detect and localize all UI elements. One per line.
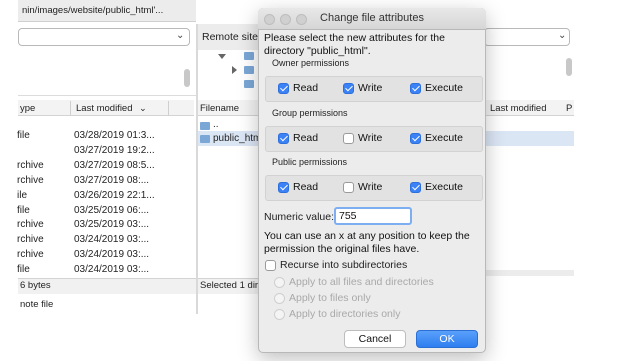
- chevron-down-icon[interactable]: ⌄: [176, 30, 184, 41]
- dialog-prompt: Please select the new attributes for the…: [264, 32, 445, 57]
- remote-tree-scrollbar[interactable]: [566, 58, 572, 76]
- local-path-dropdown[interactable]: [18, 28, 190, 46]
- owner-read-label: Read: [293, 82, 319, 94]
- numeric-value-label: Numeric value:: [264, 211, 335, 223]
- owner-write-checkbox[interactable]: [343, 83, 354, 94]
- local-file-modified[interactable]: 03/26/2019 22:1...: [74, 190, 155, 201]
- column-divider: [70, 101, 71, 115]
- public-read-label: Read: [293, 181, 319, 193]
- folder-icon: [244, 66, 254, 74]
- local-status-text: 6 bytes: [20, 280, 51, 291]
- numeric-value-input[interactable]: [334, 207, 412, 225]
- apply-files-label: Apply to files only: [289, 292, 371, 304]
- cancel-button[interactable]: Cancel: [344, 330, 406, 348]
- public-execute-checkbox[interactable]: [410, 182, 421, 193]
- public-write-checkbox[interactable]: [343, 182, 354, 193]
- local-file-type[interactable]: file: [17, 205, 30, 216]
- group-read-checkbox[interactable]: [278, 133, 289, 144]
- folder-icon: [200, 135, 210, 143]
- remote-file-name: ..: [213, 119, 219, 130]
- remote-file-name: public_htm: [213, 133, 262, 144]
- apply-directories-radio[interactable]: [274, 309, 285, 320]
- chevron-down-icon[interactable]: ⌄: [558, 30, 566, 41]
- group-write-label: Write: [358, 132, 383, 144]
- remote-status-text: Selected 1 dire: [200, 280, 264, 291]
- local-file-modified[interactable]: 03/24/2019 03:...: [74, 249, 149, 260]
- local-file-modified[interactable]: 03/27/2019 19:2...: [74, 145, 155, 156]
- public-write-label: Write: [358, 181, 383, 193]
- apply-all-label: Apply to all files and directories: [289, 276, 434, 288]
- group-execute-checkbox[interactable]: [410, 133, 421, 144]
- apply-directories-label: Apply to directories only: [289, 308, 401, 320]
- local-file-type[interactable]: ile: [17, 190, 27, 201]
- column-divider: [168, 101, 169, 115]
- public-permissions-title: Public permissions: [272, 157, 348, 167]
- remote-site-label: Remote site:: [202, 31, 261, 43]
- local-path-text[interactable]: nin/images/website/public_html'...: [22, 5, 163, 16]
- recurse-label: Recurse into subdirectories: [280, 259, 408, 271]
- local-file-modified[interactable]: 03/27/2019 08:...: [74, 175, 149, 186]
- column-header-type[interactable]: ype: [20, 103, 35, 114]
- local-file-modified[interactable]: 03/25/2019 06:...: [74, 205, 149, 216]
- local-file-modified[interactable]: 03/27/2019 08:5...: [74, 160, 155, 171]
- group-write-checkbox[interactable]: [343, 133, 354, 144]
- sort-chevron-icon: ⌄: [139, 103, 147, 113]
- recurse-checkbox[interactable]: [265, 260, 276, 271]
- remote-file-row[interactable]: [198, 118, 258, 132]
- local-horizontal-scrollbar[interactable]: [18, 270, 194, 276]
- local-file-modified[interactable]: 03/28/2019 01:3...: [74, 130, 155, 141]
- group-read-label: Read: [293, 132, 319, 144]
- column-header-last-modified[interactable]: Last modified ⌄: [76, 103, 147, 114]
- local-file-type[interactable]: rchive: [17, 175, 44, 186]
- numeric-value-hint: You can use an x at any position to keep…: [264, 230, 470, 255]
- tree-expand-icon[interactable]: [232, 66, 237, 74]
- folder-icon: [244, 52, 254, 60]
- local-file-modified[interactable]: 03/24/2019 03:...: [74, 234, 149, 245]
- column-header-label: Last modified: [76, 103, 133, 114]
- folder-icon: [244, 80, 254, 88]
- apply-all-radio[interactable]: [274, 277, 285, 288]
- owner-permissions-title: Owner permissions: [272, 58, 350, 68]
- group-execute-label: Execute: [425, 132, 463, 144]
- local-file-type[interactable]: rchive: [17, 160, 44, 171]
- remote-horizontal-scrollbar[interactable]: [484, 270, 574, 276]
- column-header-permissions[interactable]: P: [566, 103, 572, 114]
- dialog-title: Change file attributes: [320, 12, 424, 24]
- remote-directory-tree[interactable]: [198, 50, 258, 98]
- owner-execute-label: Execute: [425, 82, 463, 94]
- apply-files-radio[interactable]: [274, 293, 285, 304]
- local-bottom-label: note file: [20, 299, 54, 310]
- remote-file-row-selected-extension[interactable]: [484, 131, 574, 146]
- group-permissions-title: Group permissions: [272, 108, 348, 118]
- owner-read-checkbox[interactable]: [278, 83, 289, 94]
- public-execute-label: Execute: [425, 181, 463, 193]
- local-file-modified[interactable]: 03/25/2019 03:...: [74, 219, 149, 230]
- local-directory-tree[interactable]: [18, 50, 196, 96]
- public-read-checkbox[interactable]: [278, 182, 289, 193]
- ok-button[interactable]: OK: [416, 330, 478, 348]
- owner-write-label: Write: [358, 82, 383, 94]
- folder-icon: [200, 122, 210, 130]
- local-file-type[interactable]: rchive: [17, 219, 44, 230]
- remote-tree-area[interactable]: [484, 50, 574, 96]
- column-header-last-modified[interactable]: Last modified: [490, 103, 547, 114]
- owner-execute-checkbox[interactable]: [410, 83, 421, 94]
- local-file-type[interactable]: rchive: [17, 249, 44, 260]
- tree-expand-icon[interactable]: [218, 54, 226, 59]
- local-tree-scrollbar[interactable]: [184, 69, 190, 87]
- local-file-type[interactable]: rchive: [17, 234, 44, 245]
- local-file-type[interactable]: file: [17, 130, 30, 141]
- column-header-filename[interactable]: Filename: [200, 103, 239, 114]
